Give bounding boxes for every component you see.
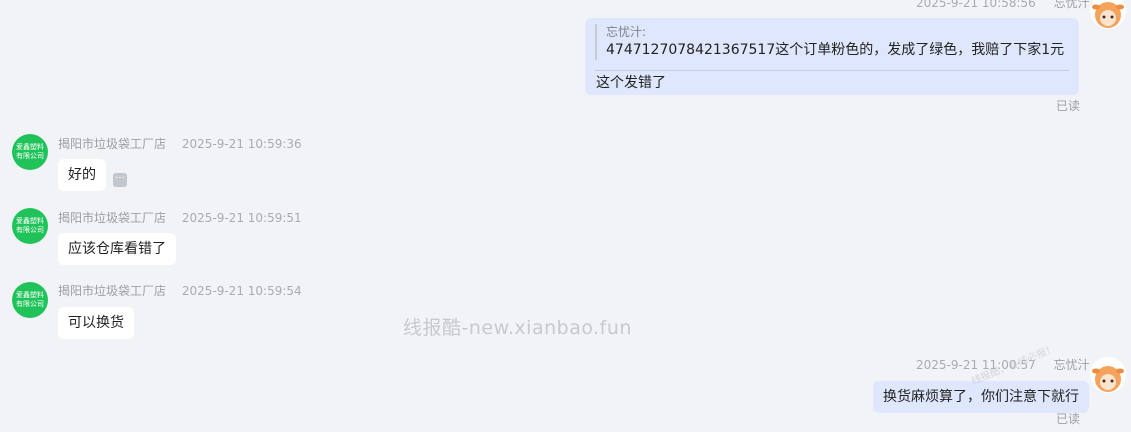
message-meta: 2025-9-21 10:58:56 忘忧汁 — [916, 0, 1090, 11]
sender-name: 忘忧汁 — [1053, 358, 1090, 372]
more-options-icon[interactable]: ··· — [113, 173, 127, 187]
avatar-text-line1: 爱鑫塑料 — [16, 143, 44, 151]
quote-block: 忘忧汁: 4747127078421367517这个订单粉色的，发成了绿色，我赔… — [595, 24, 1064, 60]
sender-name: 忘忧汁 — [1053, 0, 1090, 10]
watermark-text: 线报酷-new.xianbao.fun — [403, 317, 632, 339]
message-time: 2025-9-21 10:59:36 — [181, 137, 302, 151]
shop-name: 揭阳市垃圾袋工厂店 — [58, 284, 167, 298]
avatar-text-line2: 有限公司 — [16, 300, 44, 308]
shop-avatar[interactable]: 爱鑫塑料 有限公司 — [12, 208, 48, 244]
message-bubble[interactable]: 应该仓库看错了 — [58, 233, 176, 265]
message-meta: 揭阳市垃圾袋工厂店 2025-9-21 10:59:36 — [58, 135, 302, 152]
message-time: 2025-9-21 10:58:56 — [916, 0, 1036, 10]
shop-name: 揭阳市垃圾袋工厂店 — [58, 211, 167, 225]
quote-text: 4747127078421367517这个订单粉色的，发成了绿色，我赔了下家1元 — [606, 42, 1065, 58]
message-bubble[interactable]: 换货麻烦算了，你们注意下就行 — [873, 381, 1089, 413]
read-status: 已读 — [1056, 412, 1081, 426]
user-avatar[interactable] — [1090, 357, 1126, 393]
message-meta: 揭阳市垃圾袋工厂店 2025-9-21 10:59:54 — [58, 282, 302, 299]
message-meta: 揭阳市垃圾袋工厂店 2025-9-21 10:59:51 — [58, 209, 302, 226]
message-text: 可以换货 — [68, 315, 124, 331]
avatar-text-line2: 有限公司 — [16, 152, 44, 160]
shop-name: 揭阳市垃圾袋工厂店 — [58, 137, 167, 151]
shop-avatar[interactable]: 爱鑫塑料 有限公司 — [12, 134, 48, 170]
user-avatar[interactable] — [1090, 0, 1126, 29]
message-bubble[interactable]: 可以换货 — [58, 307, 134, 339]
message-text: 换货麻烦算了，你们注意下就行 — [883, 389, 1079, 405]
read-status: 已读 — [1056, 99, 1081, 113]
shop-avatar[interactable]: 爱鑫塑料 有限公司 — [12, 282, 48, 318]
message-time: 2025-9-21 10:59:51 — [181, 211, 302, 225]
message-time: 2025-9-21 10:59:54 — [181, 284, 302, 298]
quote-author: 忘忧汁: — [606, 25, 647, 39]
message-bubble[interactable]: 好的 — [58, 159, 106, 191]
avatar-text-line1: 爱鑫塑料 — [16, 217, 44, 225]
cow-icon — [1092, 2, 1124, 28]
cow-icon — [1092, 366, 1124, 392]
message-text: 这个发错了 — [596, 75, 666, 91]
message-text: 应该仓库看错了 — [68, 241, 166, 257]
quote-divider — [595, 70, 1069, 71]
avatar-text-line1: 爱鑫塑料 — [16, 291, 44, 299]
message-text: 好的 — [68, 167, 96, 183]
quoted-message-bubble[interactable]: 忘忧汁: 4747127078421367517这个订单粉色的，发成了绿色，我赔… — [585, 18, 1079, 95]
avatar-text-line2: 有限公司 — [16, 226, 44, 234]
